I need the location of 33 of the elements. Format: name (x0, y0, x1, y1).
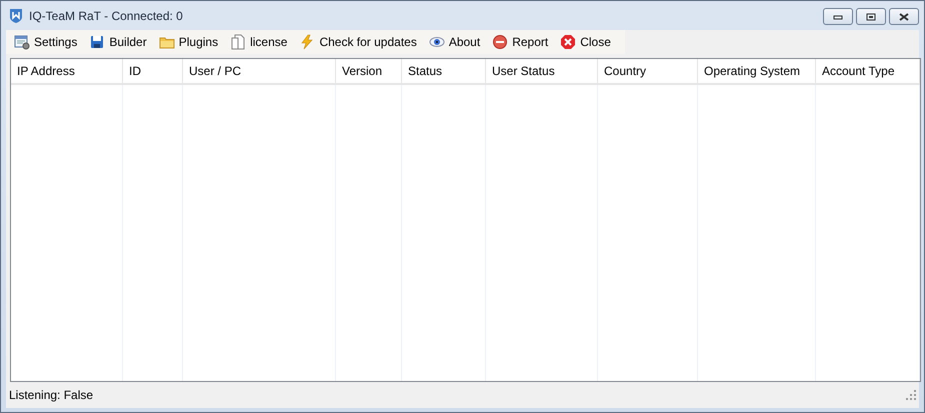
toolbar-button[interactable]: Settings (10, 32, 86, 52)
column-header[interactable]: Version (336, 59, 402, 83)
toolbar-button[interactable]: Plugins (154, 32, 226, 52)
minus-circle-icon (492, 34, 508, 50)
column-header[interactable]: Country (598, 59, 698, 83)
column-header[interactable]: Operating System (698, 59, 816, 83)
toolbar-button[interactable]: license (226, 32, 296, 52)
column-header[interactable]: ID (123, 59, 183, 83)
status-text: Listening: False (9, 388, 94, 402)
restore-icon (866, 12, 876, 20)
toolbar-button[interactable]: Close (556, 32, 619, 52)
lightning-icon (299, 34, 316, 50)
document-icon (230, 34, 246, 50)
toolbar-button[interactable]: About (424, 32, 488, 52)
close-icon (899, 12, 909, 20)
column-header[interactable]: Status (402, 59, 486, 83)
toolbar-button[interactable]: Report (488, 32, 556, 52)
column-header[interactable]: Account Type (816, 59, 920, 83)
toolbar-button[interactable]: Builder (85, 32, 155, 52)
minimize-icon (833, 14, 843, 20)
close-icon (560, 34, 576, 50)
maximize-button[interactable] (856, 8, 886, 25)
column-header[interactable]: IP Address (11, 59, 123, 83)
settings-icon (14, 34, 30, 50)
shield-logo-icon (9, 8, 23, 24)
close-button[interactable] (889, 8, 919, 25)
resize-grip-icon[interactable] (906, 390, 916, 400)
eye-icon (428, 34, 445, 50)
minimize-button[interactable] (823, 8, 853, 25)
column-header[interactable]: User Status (486, 59, 598, 83)
column-header[interactable]: User / PC (183, 59, 336, 83)
window-title: IQ-TeaM RaT - Connected: 0 (29, 8, 184, 22)
toolbar-button[interactable]: Check for updates (295, 32, 425, 52)
